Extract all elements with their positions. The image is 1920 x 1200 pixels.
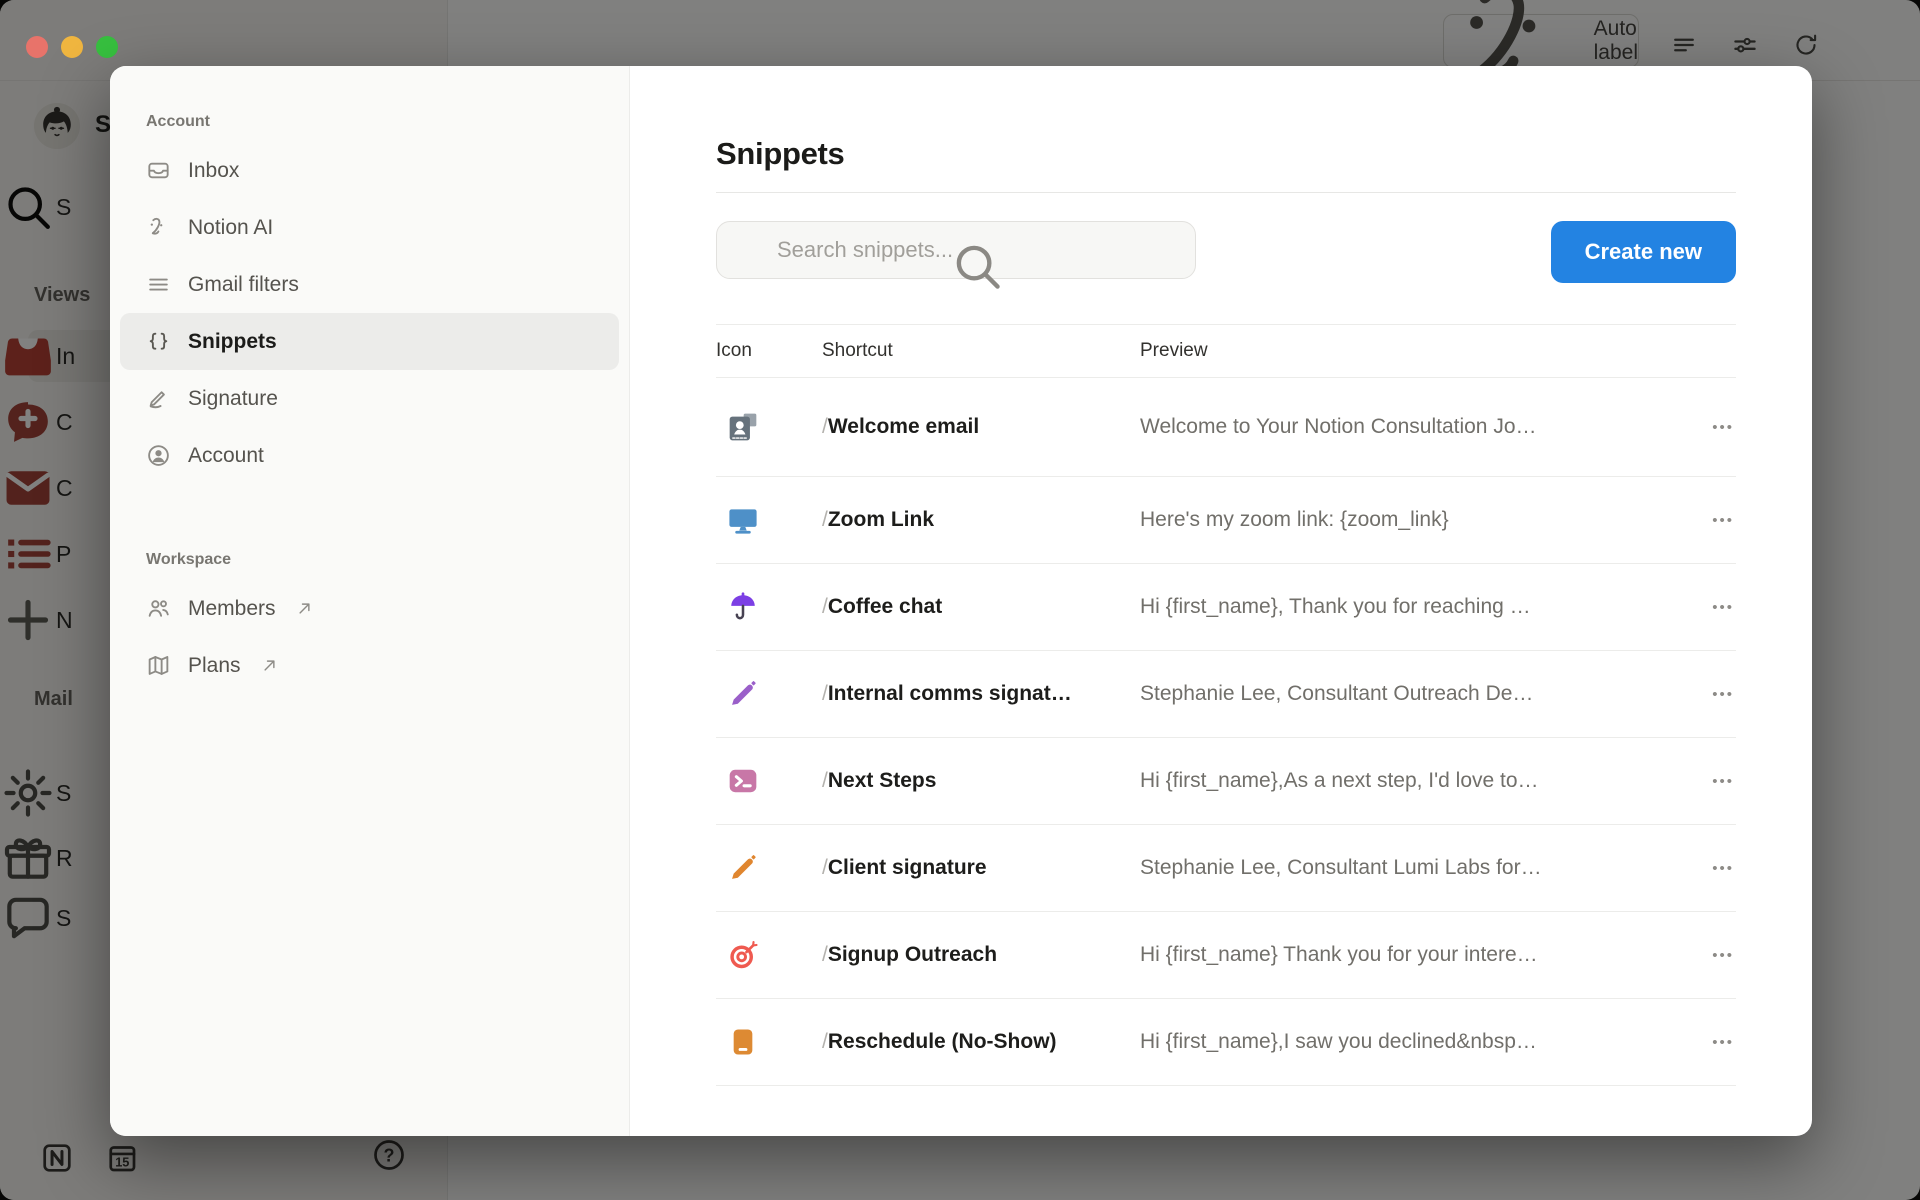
sidebar-item-signature[interactable]: Signature: [120, 370, 619, 427]
target-icon: [727, 939, 759, 971]
pen-icon: [727, 678, 759, 710]
minimize-window-button[interactable]: [61, 36, 83, 58]
inbox-tray-icon: [146, 158, 171, 183]
snippets-table: /Welcome emailWelcome to Your Notion Con…: [716, 378, 1736, 1086]
shortcut-name: Coffee chat: [828, 595, 942, 618]
snippet-preview: Hi {first_name},As a next step, I'd love…: [1140, 769, 1539, 792]
settings-sidebar: Account Inbox Notion AI Gmail filters Snippe…: [110, 66, 630, 1136]
sidebar-item-label: Snippets: [188, 330, 277, 354]
shortcut-name: Welcome email: [828, 415, 979, 438]
sidebar-item-inbox[interactable]: Inbox: [120, 142, 619, 199]
umbrella-icon: [727, 591, 759, 623]
page-title: Snippets: [716, 136, 1736, 172]
contact-card-icon: [727, 411, 759, 443]
more-options-button[interactable]: •••: [1710, 506, 1736, 535]
snippet-row[interactable]: /Coffee chatHi {first_name}, Thank you f…: [716, 564, 1736, 651]
snippets-page: Snippets Create new Icon Shortcut Previe…: [630, 66, 1812, 1136]
snippet-row[interactable]: /Reschedule (No-Show)Hi {first_name},I s…: [716, 999, 1736, 1086]
shortcut-name: Signup Outreach: [828, 943, 997, 966]
more-options-button[interactable]: •••: [1710, 593, 1736, 622]
zoom-window-button[interactable]: [96, 36, 118, 58]
sidebar-item-label: Notion AI: [188, 216, 273, 240]
sidebar-item-members[interactable]: Members: [120, 580, 619, 637]
signature-pen-icon: [146, 386, 171, 411]
external-link-icon: [295, 599, 314, 618]
shortcut-name: Reschedule (No-Show): [828, 1030, 1057, 1053]
header-shortcut: Shortcut: [822, 340, 1140, 362]
person-circle-icon: [146, 443, 171, 468]
snippet-preview: Hi {first_name},I saw you declined&nbsp…: [1140, 1030, 1537, 1053]
sidebar-section-title: Account: [110, 102, 629, 142]
people-icon: [146, 596, 171, 621]
header-preview: Preview: [1140, 340, 1686, 362]
sidebar-item-notion-ai[interactable]: Notion AI: [120, 199, 619, 256]
snippet-preview: Here's my zoom link: {zoom_link}: [1140, 508, 1449, 531]
map-icon: [146, 653, 171, 678]
more-options-button[interactable]: •••: [1710, 941, 1736, 970]
desktop: Inbox Auto label S S Views InCCPN Mail S…: [0, 0, 1920, 1200]
snippet-preview: Welcome to Your Notion Consultation Jo…: [1140, 415, 1537, 438]
shortcut-name: Next Steps: [828, 769, 937, 792]
snippet-row[interactable]: /Welcome emailWelcome to Your Notion Con…: [716, 378, 1736, 477]
sidebar-item-label: Plans: [188, 654, 241, 678]
snippet-row[interactable]: /Internal comms signat…Stephanie Lee, Co…: [716, 651, 1736, 738]
sidebar-item-account[interactable]: Account: [120, 427, 619, 484]
title-divider: [716, 192, 1736, 193]
snippet-preview: Hi {first_name} Thank you for your inter…: [1140, 943, 1538, 966]
sidebar-item-label: Inbox: [188, 159, 239, 183]
more-options-button[interactable]: •••: [1710, 854, 1736, 883]
pen-icon: [727, 852, 759, 884]
sidebar-item-label: Signature: [188, 387, 278, 411]
more-options-button[interactable]: •••: [1710, 767, 1736, 796]
shortcut-name: Internal comms signat…: [828, 682, 1072, 705]
window-controls: [26, 36, 118, 58]
snippet-row[interactable]: /Zoom LinkHere's my zoom link: {zoom_lin…: [716, 477, 1736, 564]
table-row-partial: [716, 1086, 1736, 1136]
snippet-row[interactable]: /Signup OutreachHi {first_name} Thank yo…: [716, 912, 1736, 999]
snippet-preview: Stephanie Lee, Consultant Outreach De…: [1140, 682, 1533, 705]
table-header: Icon Shortcut Preview: [716, 324, 1736, 378]
snippet-row[interactable]: /Next StepsHi {first_name},As a next ste…: [716, 738, 1736, 825]
create-new-button[interactable]: Create new: [1551, 221, 1736, 283]
sidebar-item-label: Account: [188, 444, 264, 468]
snippet-row[interactable]: /Client signatureStephanie Lee, Consulta…: [716, 825, 1736, 912]
snippet-preview: Hi {first_name}, Thank you for reaching …: [1140, 595, 1531, 618]
settings-modal: Account Inbox Notion AI Gmail filters Snippe…: [110, 66, 1812, 1136]
monitor-icon: [727, 504, 759, 536]
notion-ai-icon: [146, 215, 171, 240]
snippet-preview: Stephanie Lee, Consultant Lumi Labs for…: [1140, 856, 1542, 879]
shortcut-name: Client signature: [828, 856, 987, 879]
shortcut-name: Zoom Link: [828, 508, 934, 531]
notebook-icon: [727, 1026, 759, 1058]
braces-icon: [146, 329, 171, 354]
header-icon: Icon: [716, 340, 822, 362]
close-window-button[interactable]: [26, 36, 48, 58]
terminal-icon: [727, 765, 759, 797]
sidebar-item-plans[interactable]: Plans: [120, 637, 619, 694]
sidebar-item-snippets[interactable]: Snippets: [120, 313, 619, 370]
more-options-button[interactable]: •••: [1710, 413, 1736, 442]
sidebar-item-label: Members: [188, 597, 276, 621]
filter-lines-icon: [146, 272, 171, 297]
sidebar-item-gmail-filters[interactable]: Gmail filters: [120, 256, 619, 313]
sidebar-section-title: Workspace: [110, 540, 629, 580]
more-options-button[interactable]: •••: [1710, 680, 1736, 709]
external-link-icon: [260, 656, 279, 675]
more-options-button[interactable]: •••: [1710, 1028, 1736, 1057]
sidebar-item-label: Gmail filters: [188, 273, 299, 297]
